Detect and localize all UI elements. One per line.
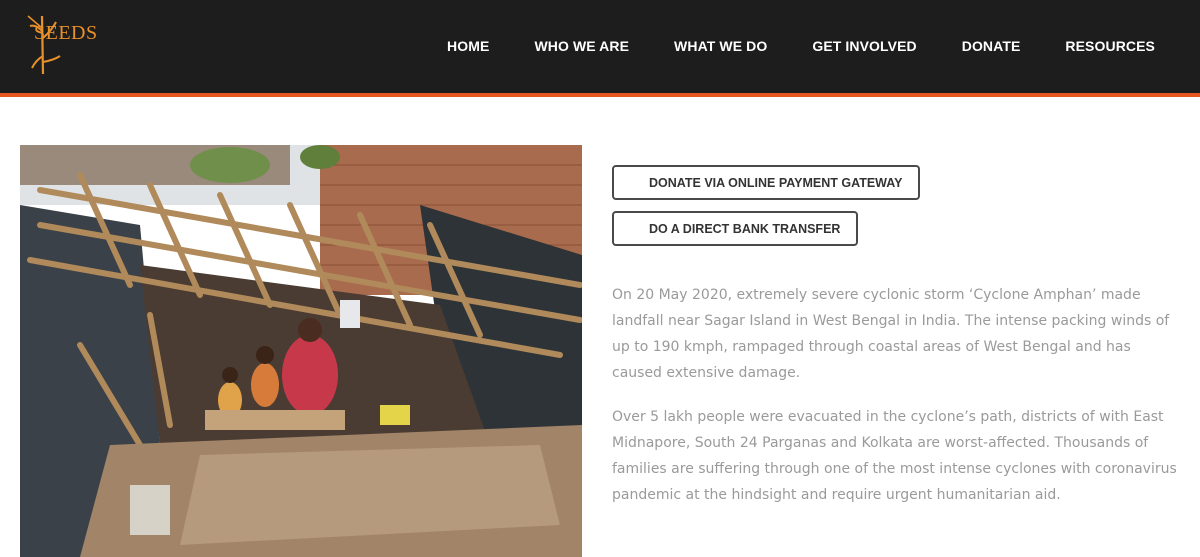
- evacuation-paragraph: Over 5 lakh people were evacuated in the…: [612, 409, 1177, 503]
- nav-donate[interactable]: DONATE: [962, 38, 1021, 54]
- cyclone-damage-photo: [20, 145, 582, 557]
- nav-home[interactable]: HOME: [447, 38, 489, 54]
- nav-who-we-are[interactable]: WHO WE ARE: [534, 38, 629, 54]
- bank-transfer-button[interactable]: DO A DIRECT BANK TRANSFER: [612, 211, 858, 246]
- nav-get-involved[interactable]: GET INVOLVED: [812, 38, 916, 54]
- header-accent-line: [0, 93, 1200, 97]
- photo-illustration: [20, 145, 582, 557]
- nav-resources[interactable]: RESOURCES: [1065, 38, 1155, 54]
- site-header: SEEDS HOME WHO WE ARE WHAT WE DO GET INV…: [0, 0, 1200, 93]
- donate-gateway-button[interactable]: DONATE VIA ONLINE PAYMENT GATEWAY: [612, 165, 920, 200]
- logo-text: SEEDS: [34, 22, 98, 44]
- nav-what-we-do[interactable]: WHAT WE DO: [674, 38, 767, 54]
- cyclone-description-paragraph: On 20 May 2020, extremely severe cycloni…: [612, 287, 1170, 381]
- main-nav: HOME WHO WE ARE WHAT WE DO GET INVOLVED …: [447, 36, 1200, 56]
